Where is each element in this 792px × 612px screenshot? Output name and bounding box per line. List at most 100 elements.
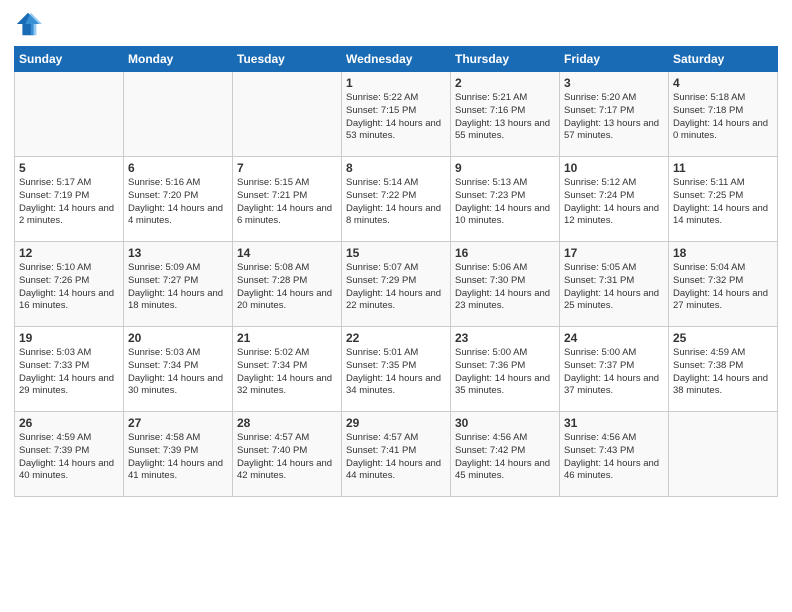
daylight-text: Daylight: 14 hours and 34 minutes. [346,373,446,399]
sunset-text: Sunset: 7:21 PM [237,190,337,203]
calendar-cell: 12 Sunrise: 5:10 AMSunset: 7:26 PMDayligh… [15,242,124,327]
cell-content: Sunrise: 5:06 AMSunset: 7:30 PMDaylight:… [455,262,555,313]
cell-content: Sunrise: 5:00 AMSunset: 7:37 PMDaylight:… [564,347,664,398]
page-container: SundayMondayTuesdayWednesdayThursdayFrid… [0,0,792,507]
daylight-text: Daylight: 14 hours and 35 minutes. [455,373,555,399]
calendar-cell: 22Sunrise: 5:01 AMSunset: 7:35 PMDayligh… [342,327,451,412]
cell-content: Sunrise: 5:01 AMSunset: 7:35 PMDaylight:… [346,347,446,398]
day-number: 15 [346,246,446,260]
week-row-2: 5 Sunrise: 5:17 AMSunset: 7:19 PMDaylight… [15,157,778,242]
cell-content: Sunrise: 5:05 AMSunset: 7:31 PMDaylight:… [564,262,664,313]
sunset-text: Sunset: 7:20 PM [128,190,228,203]
cell-content: Sunrise: 5:03 AMSunset: 7:34 PMDaylight:… [128,347,228,398]
day-number: 21 [237,331,337,345]
sunrise-text: Sunrise: 5:12 AM [564,177,664,190]
sunrise-text: Sunrise: 5:06 AM [455,262,555,275]
sunset-text: Sunset: 7:36 PM [455,360,555,373]
sunset-text: Sunset: 7:40 PM [237,445,337,458]
sunrise-text: Sunrise: 4:59 AM [19,432,119,445]
sunrise-text: Sunrise: 5:00 AM [564,347,664,360]
sunrise-text: Sunrise: 5:14 AM [346,177,446,190]
calendar-cell: 7Sunrise: 5:15 AMSunset: 7:21 PMDaylight… [233,157,342,242]
sunset-text: Sunset: 7:35 PM [346,360,446,373]
cell-content: Sunrise: 5:20 AMSunset: 7:17 PMDaylight:… [564,92,664,143]
sunrise-text: Sunrise: 5:08 AM [237,262,337,275]
day-number: 3 [564,76,664,90]
sunrise-text: Sunrise: 5:16 AM [128,177,228,190]
sunset-text: Sunset: 7:37 PM [564,360,664,373]
sunset-text: Sunset: 7:41 PM [346,445,446,458]
sunset-text: Sunset: 7:43 PM [564,445,664,458]
daylight-text: Daylight: 14 hours and 40 minutes. [19,458,119,484]
calendar-cell: 24 Sunrise: 5:00 AMSunset: 7:37 PMDayligh… [560,327,669,412]
sunset-text: Sunset: 7:39 PM [19,445,119,458]
day-number: 4 [673,76,773,90]
daylight-text: Daylight: 13 hours and 55 minutes. [455,118,555,144]
day-number: 8 [346,161,446,175]
sunrise-text: Sunrise: 5:02 AM [237,347,337,360]
daylight-text: Daylight: 14 hours and 0 minutes. [673,118,773,144]
sunrise-text: Sunrise: 4:56 AM [455,432,555,445]
calendar-cell [669,412,778,497]
sunrise-text: Sunrise: 5:05 AM [564,262,664,275]
cell-content: Sunrise: 5:04 AMSunset: 7:32 PMDaylight:… [673,262,773,313]
daylight-text: Daylight: 14 hours and 10 minutes. [455,203,555,229]
cell-content: Sunrise: 5:17 AMSunset: 7:19 PMDaylight:… [19,177,119,228]
header [14,10,778,38]
daylight-text: Daylight: 13 hours and 57 minutes. [564,118,664,144]
calendar-cell: 25Sunrise: 4:59 AMSunset: 7:38 PMDayligh… [669,327,778,412]
cell-content: Sunrise: 5:15 AMSunset: 7:21 PMDaylight:… [237,177,337,228]
sunset-text: Sunset: 7:30 PM [455,275,555,288]
sunrise-text: Sunrise: 5:03 AM [128,347,228,360]
cell-content: Sunrise: 5:14 AMSunset: 7:22 PMDaylight:… [346,177,446,228]
cell-content: Sunrise: 5:16 AMSunset: 7:20 PMDaylight:… [128,177,228,228]
daylight-text: Daylight: 14 hours and 12 minutes. [564,203,664,229]
day-number: 14 [237,246,337,260]
sunrise-text: Sunrise: 5:17 AM [19,177,119,190]
sunset-text: Sunset: 7:29 PM [346,275,446,288]
sunrise-text: Sunrise: 4:59 AM [673,347,773,360]
col-header-tuesday: Tuesday [233,47,342,72]
cell-content: Sunrise: 5:10 AMSunset: 7:26 PMDaylight:… [19,262,119,313]
day-number: 27 [128,416,228,430]
sunrise-text: Sunrise: 5:15 AM [237,177,337,190]
cell-content: Sunrise: 4:59 AMSunset: 7:39 PMDaylight:… [19,432,119,483]
cell-content: Sunrise: 5:08 AMSunset: 7:28 PMDaylight:… [237,262,337,313]
sunset-text: Sunset: 7:28 PM [237,275,337,288]
day-number: 24 [564,331,664,345]
sunset-text: Sunset: 7:34 PM [237,360,337,373]
cell-content: Sunrise: 4:59 AMSunset: 7:38 PMDaylight:… [673,347,773,398]
day-number: 5 [19,161,119,175]
calendar-cell: 9Sunrise: 5:13 AMSunset: 7:23 PMDaylight… [451,157,560,242]
cell-content: Sunrise: 5:00 AMSunset: 7:36 PMDaylight:… [455,347,555,398]
sunset-text: Sunset: 7:27 PM [128,275,228,288]
daylight-text: Daylight: 14 hours and 41 minutes. [128,458,228,484]
calendar-cell: 17Sunrise: 5:05 AMSunset: 7:31 PMDayligh… [560,242,669,327]
cell-content: Sunrise: 5:13 AMSunset: 7:23 PMDaylight:… [455,177,555,228]
calendar-cell: 30Sunrise: 4:56 AMSunset: 7:42 PMDayligh… [451,412,560,497]
logo-icon [14,10,42,38]
sunset-text: Sunset: 7:38 PM [673,360,773,373]
day-number: 12 [19,246,119,260]
calendar-cell: 19Sunrise: 5:03 AMSunset: 7:33 PMDayligh… [15,327,124,412]
daylight-text: Daylight: 14 hours and 45 minutes. [455,458,555,484]
sunset-text: Sunset: 7:17 PM [564,105,664,118]
daylight-text: Daylight: 14 hours and 16 minutes. [19,288,119,314]
sunrise-text: Sunrise: 5:01 AM [346,347,446,360]
cell-content: Sunrise: 4:58 AMSunset: 7:39 PMDaylight:… [128,432,228,483]
calendar-cell: 4Sunrise: 5:18 AMSunset: 7:18 PMDaylight… [669,72,778,157]
calendar-cell: 11Sunrise: 5:11 AMSunset: 7:25 PMDayligh… [669,157,778,242]
sunset-text: Sunset: 7:16 PM [455,105,555,118]
daylight-text: Daylight: 14 hours and 20 minutes. [237,288,337,314]
sunrise-text: Sunrise: 5:20 AM [564,92,664,105]
daylight-text: Daylight: 14 hours and 32 minutes. [237,373,337,399]
sunset-text: Sunset: 7:24 PM [564,190,664,203]
calendar-table: SundayMondayTuesdayWednesdayThursdayFrid… [14,46,778,497]
calendar-cell: 20Sunrise: 5:03 AMSunset: 7:34 PMDayligh… [124,327,233,412]
sunrise-text: Sunrise: 4:56 AM [564,432,664,445]
week-row-3: 12 Sunrise: 5:10 AMSunset: 7:26 PMDayligh… [15,242,778,327]
sunrise-text: Sunrise: 4:58 AM [128,432,228,445]
sunset-text: Sunset: 7:18 PM [673,105,773,118]
calendar-cell: 10Sunrise: 5:12 AMSunset: 7:24 PMDayligh… [560,157,669,242]
day-number: 18 [673,246,773,260]
